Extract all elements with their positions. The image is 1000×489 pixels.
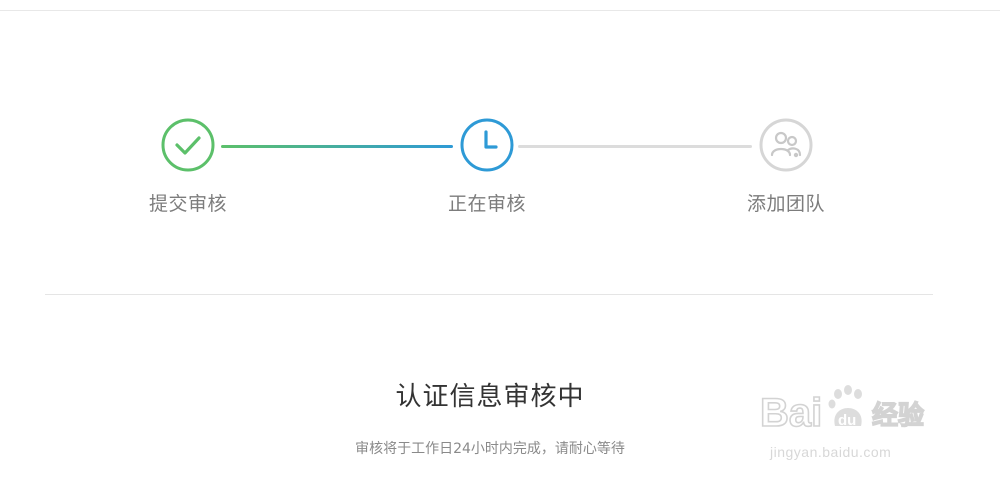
svg-text:Bai: Bai xyxy=(760,391,822,435)
clock-icon xyxy=(460,118,514,172)
step-label: 提交审核 xyxy=(148,193,227,215)
step-submit-review: 提交审核 xyxy=(108,118,268,216)
step-add-team: 添加团队 xyxy=(706,118,866,216)
section-divider xyxy=(45,294,933,295)
baidu-jingyan-watermark: Bai du 经验 jingyan.baidu.com xyxy=(760,382,950,472)
step-under-review: 正在审核 xyxy=(407,118,567,216)
step-label: 添加团队 xyxy=(746,193,825,215)
verification-page: 提交审核 正在审核 添加团队 认证信息审核中 审核将于工作日24小时内完成，请耐… xyxy=(0,0,1000,489)
team-icon xyxy=(759,118,813,172)
baidu-logo-icon: Bai du 经验 xyxy=(760,385,925,436)
check-icon xyxy=(161,118,215,172)
progress-stepper: 提交审核 正在审核 添加团队 xyxy=(0,0,1000,240)
svg-text:经验: 经验 xyxy=(872,400,924,431)
step-label: 正在审核 xyxy=(447,193,526,215)
watermark-url: jingyan.baidu.com xyxy=(770,444,892,460)
svg-text:du: du xyxy=(838,412,856,429)
